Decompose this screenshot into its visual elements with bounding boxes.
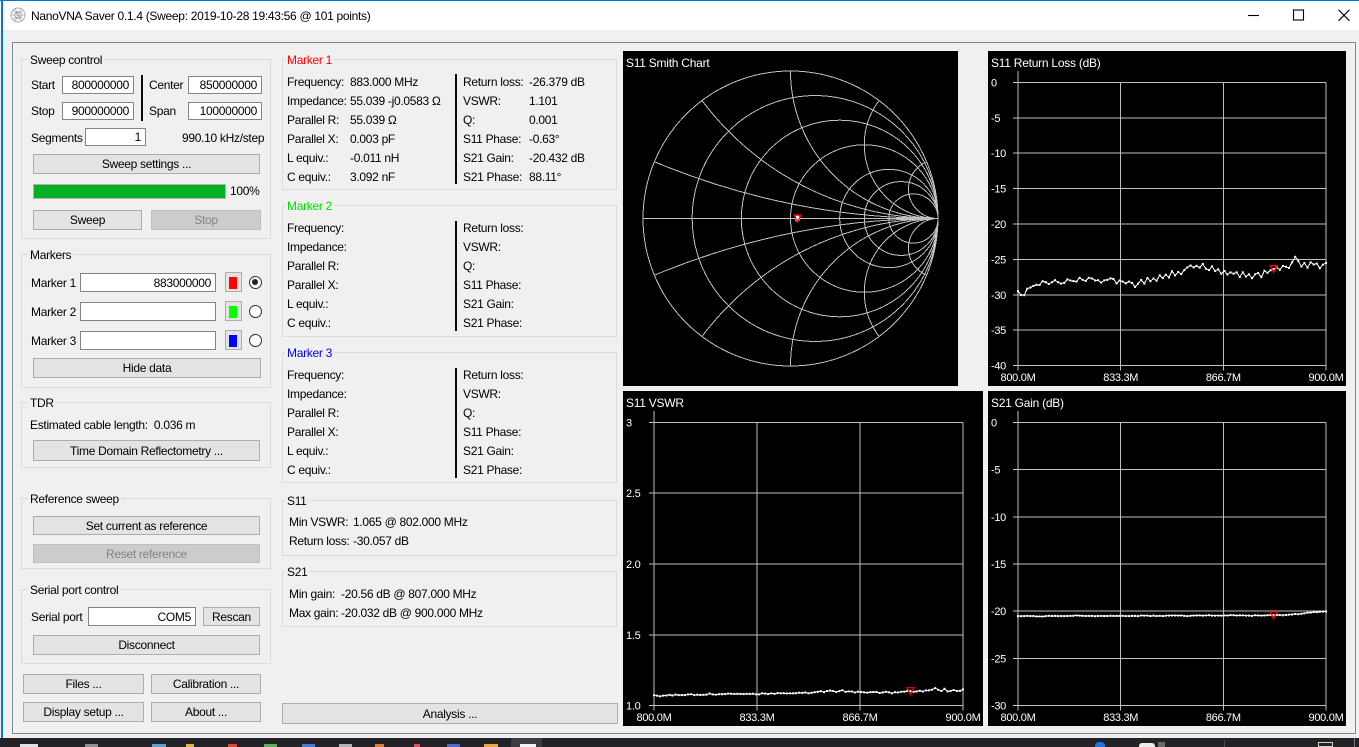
- svg-text:800.0M: 800.0M: [1001, 372, 1036, 384]
- svg-text:2.5: 2.5: [626, 488, 641, 500]
- svg-text:833.3M: 833.3M: [1103, 712, 1138, 724]
- svg-text:866.7M: 866.7M: [843, 712, 878, 724]
- svg-text:1.5: 1.5: [626, 630, 641, 642]
- svg-text:900.0M: 900.0M: [1309, 712, 1344, 724]
- svg-text:866.7M: 866.7M: [1206, 712, 1241, 724]
- svg-text:-10: -10: [991, 148, 1006, 160]
- svg-text:-20: -20: [991, 219, 1006, 231]
- svg-text:-30: -30: [991, 701, 1006, 713]
- svg-text:S11 Return Loss (dB): S11 Return Loss (dB): [991, 56, 1101, 70]
- svg-text:800.0M: 800.0M: [637, 712, 672, 724]
- svg-text:-5: -5: [991, 113, 1000, 125]
- svg-text:-40: -40: [991, 361, 1006, 373]
- svg-text:-15: -15: [991, 559, 1006, 571]
- svg-text:S11 VSWR: S11 VSWR: [626, 396, 684, 410]
- svg-text:-30: -30: [991, 290, 1006, 302]
- svg-text:S11 Smith Chart: S11 Smith Chart: [626, 56, 710, 70]
- svg-text:0: 0: [991, 418, 997, 430]
- svg-text:833.3M: 833.3M: [1103, 372, 1138, 384]
- svg-text:833.3M: 833.3M: [740, 712, 775, 724]
- svg-text:-25: -25: [991, 254, 1006, 266]
- svg-text:-15: -15: [991, 184, 1006, 196]
- svg-text:2.0: 2.0: [626, 559, 641, 571]
- svg-text:3: 3: [626, 418, 632, 430]
- svg-text:-20: -20: [991, 606, 1006, 618]
- svg-text:900.0M: 900.0M: [946, 712, 981, 724]
- svg-text:800.0M: 800.0M: [1001, 712, 1036, 724]
- svg-text:866.7M: 866.7M: [1206, 372, 1241, 384]
- svg-text:-25: -25: [991, 653, 1006, 665]
- svg-text:1.0: 1.0: [626, 701, 641, 713]
- svg-text:0: 0: [991, 78, 997, 90]
- svg-text:S21 Gain (dB): S21 Gain (dB): [991, 396, 1064, 410]
- svg-text:-10: -10: [991, 512, 1006, 524]
- svg-text:-35: -35: [991, 325, 1006, 337]
- svg-text:900.0M: 900.0M: [1309, 372, 1344, 384]
- svg-text:-5: -5: [991, 465, 1000, 477]
